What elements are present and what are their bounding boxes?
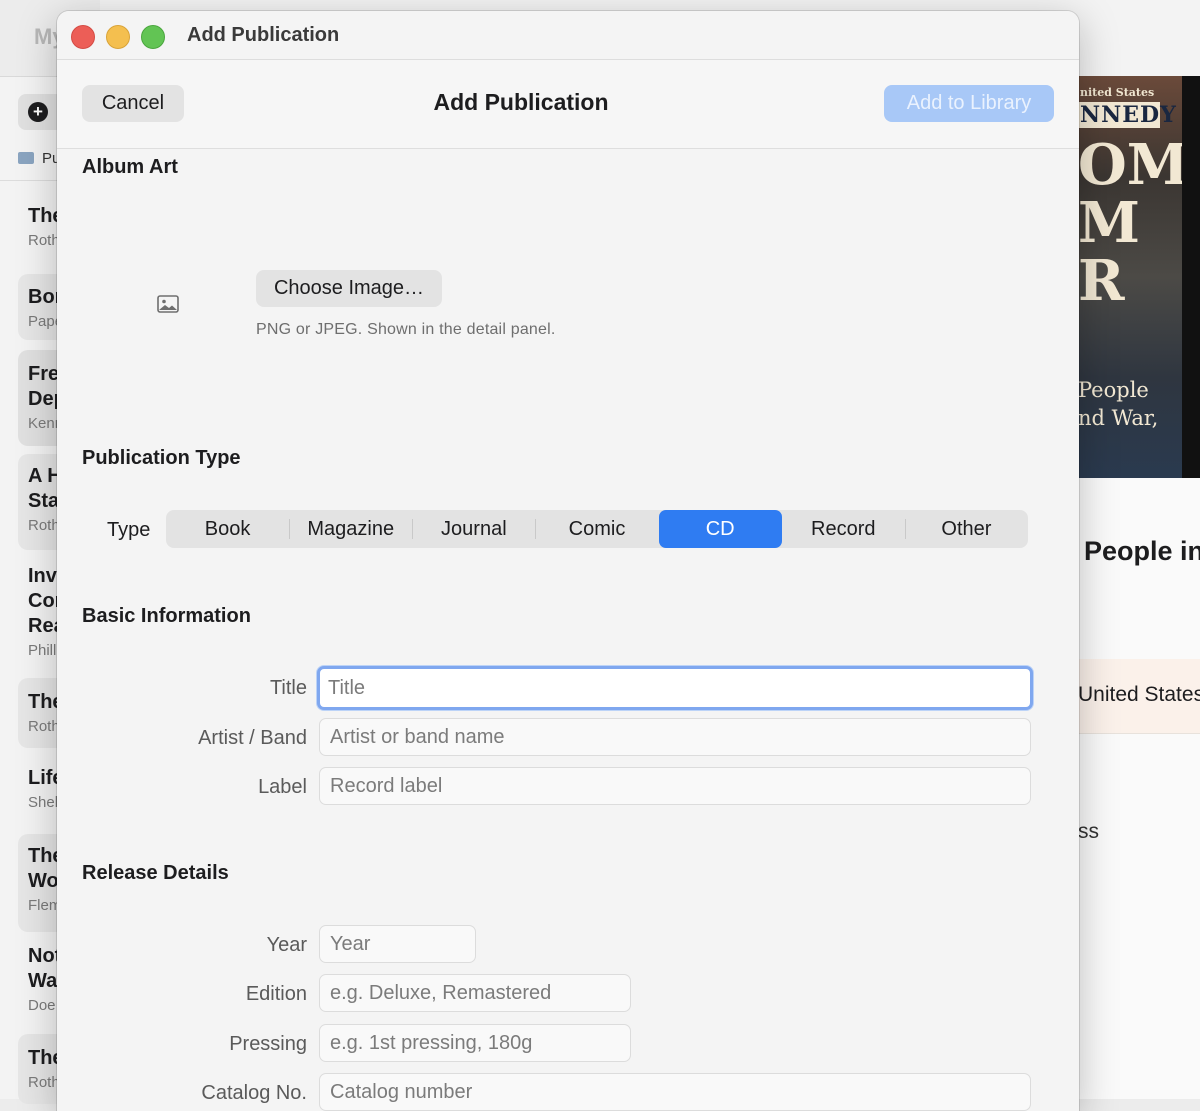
image-placeholder-icon (157, 295, 179, 313)
window-titlebar: Add Publication (57, 11, 1079, 60)
artist-field[interactable] (319, 718, 1031, 756)
minimize-window-button[interactable] (106, 25, 130, 49)
detail-country-text: United States (1078, 683, 1200, 706)
catalog-field[interactable] (319, 1073, 1031, 1111)
edition-field[interactable] (319, 974, 631, 1012)
type-option-other[interactable]: Other (904, 510, 1028, 548)
cover-text: nited States (1080, 86, 1155, 99)
book-cover-image: nited States NNEDY OM M R People nd War, (1078, 76, 1182, 478)
window-title: Add Publication (187, 24, 340, 46)
pressing-field[interactable] (319, 1024, 631, 1062)
type-option-magazine[interactable]: Magazine (289, 510, 412, 548)
plus-icon: + (28, 102, 48, 122)
image-hint: PNG or JPEG. Shown in the detail panel. (256, 321, 556, 338)
title-field[interactable] (317, 666, 1033, 710)
folder-icon (18, 152, 34, 164)
detail-title: People in (1084, 536, 1200, 566)
add-to-library-button[interactable]: Add to Library (884, 85, 1054, 122)
release-details-section-title: Release Details (82, 862, 229, 884)
title-label: Title (269, 677, 307, 699)
sheet-header: Cancel Add Publication Add to Library (57, 60, 1079, 149)
type-option-record[interactable]: Record (782, 510, 905, 548)
type-option-cd[interactable]: CD (658, 510, 782, 548)
edition-label: Edition (245, 983, 307, 1005)
basic-information-section-title: Basic Information (82, 605, 251, 627)
detail-country-chip: United States (1078, 659, 1200, 734)
year-field[interactable] (319, 925, 476, 963)
cover-edge (1182, 76, 1200, 478)
pressing-label: Pressing (229, 1033, 307, 1055)
add-publication-sheet: Add Publication Cancel Add Publication A… (57, 11, 1079, 1111)
album-art-section-title: Album Art (82, 156, 178, 178)
artist-label: Artist / Band (198, 727, 307, 749)
record-label-label: Label (258, 776, 307, 798)
cover-text: People nd War, (1078, 378, 1159, 430)
zoom-window-button[interactable] (141, 25, 165, 49)
close-window-button[interactable] (71, 25, 95, 49)
type-segmented-control: Book Magazine Journal Comic CD Record Ot… (166, 510, 1028, 548)
type-option-book[interactable]: Book (166, 510, 289, 548)
publication-type-section-title: Publication Type (82, 447, 241, 469)
sheet-title: Add Publication (433, 89, 609, 115)
cover-text: OM M R (1078, 132, 1182, 314)
catalog-label: Catalog No. (201, 1082, 307, 1104)
background-folder-row[interactable]: Pu (18, 150, 60, 167)
choose-image-button[interactable]: Choose Image… (256, 270, 442, 307)
type-option-comic[interactable]: Comic (535, 510, 658, 548)
type-label: Type (107, 519, 151, 541)
year-label: Year (266, 934, 307, 956)
cover-text: NNEDY (1078, 102, 1177, 128)
record-label-field[interactable] (319, 767, 1031, 805)
background-detail-panel: nited States NNEDY OM M R People nd War,… (1078, 76, 1200, 1099)
detail-text: ss (1078, 820, 1099, 843)
type-option-journal[interactable]: Journal (412, 510, 535, 548)
